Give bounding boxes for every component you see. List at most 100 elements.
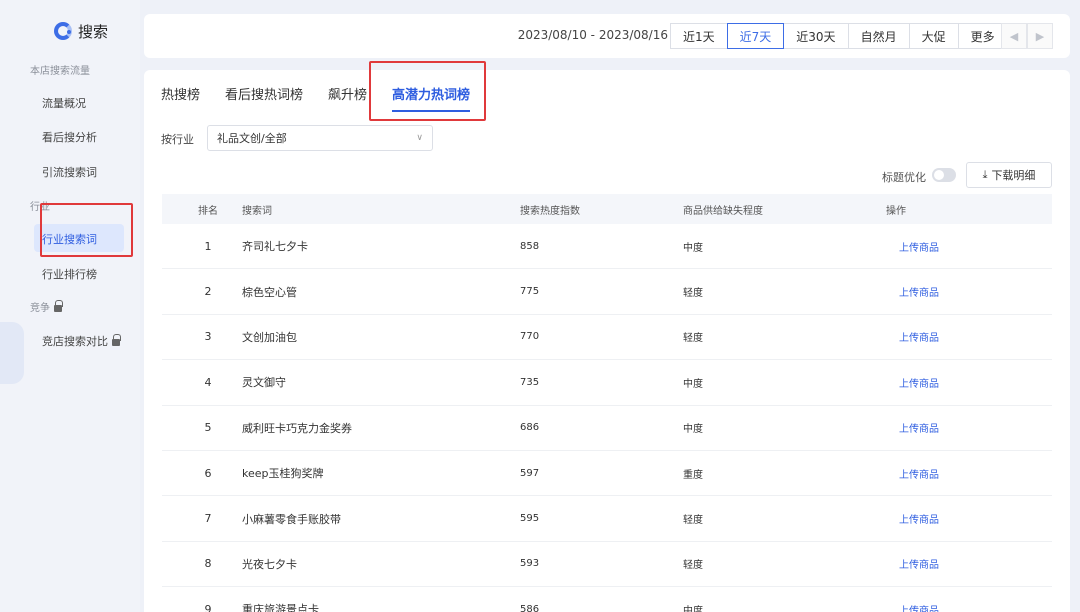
upload-product-link[interactable]: 上传商品	[886, 375, 1046, 390]
cell-supply-gap: 中度	[683, 605, 703, 612]
table-header: 排名 搜索词 搜索热度指数 商品供给缺失程度 操作	[162, 194, 1052, 224]
upload-product-link[interactable]: 上传商品	[886, 284, 1046, 299]
range-promotion-button[interactable]: 大促	[908, 23, 959, 49]
main-panel: 热搜榜 看后搜热词榜 飙升榜 高潜力热词榜 按行业 礼品文创/全部 ∨ 标题优化…	[144, 70, 1070, 612]
search-logo-icon	[54, 22, 72, 40]
cell-index: 586	[520, 603, 540, 612]
cell-rank: 6	[204, 466, 212, 480]
upload-product-link[interactable]: 上传商品	[886, 511, 1046, 526]
keyword-table: 排名 搜索词 搜索热度指数 商品供给缺失程度 操作 1 齐司礼七夕卡 858 中度 上传…	[162, 194, 1052, 612]
header-index: 搜索热度指数	[520, 205, 580, 217]
cell-supply-gap: 轻度	[683, 333, 703, 345]
cell-rank: 8	[204, 557, 212, 571]
chevron-down-icon: ∨	[416, 133, 423, 143]
sidebar-item-traffic-overview[interactable]: 流量概况	[42, 95, 86, 111]
upload-product-link[interactable]: 上传商品	[886, 239, 1046, 254]
sidebar-item-industry-ranking[interactable]: 行业排行榜	[42, 266, 97, 282]
tab-after-view-hot[interactable]: 看后搜热词榜	[225, 84, 303, 103]
range-30-days-button[interactable]: 近30天	[783, 23, 849, 49]
table-row: 5 威利旺卡巧克力金奖券 686 中度 上传商品	[162, 406, 1052, 451]
cell-term: 光夜七夕卡	[242, 557, 297, 571]
title-optimize-toggle[interactable]	[932, 168, 956, 182]
brand[interactable]: 搜索	[54, 20, 108, 42]
cell-rank: 1	[204, 239, 212, 253]
sidebar-item-traffic-keywords[interactable]: 引流搜索词	[42, 164, 97, 180]
lock-icon	[54, 299, 63, 312]
range-natural-month-button[interactable]: 自然月	[847, 23, 910, 49]
table-body: 1 齐司礼七夕卡 858 中度 上传商品 2 棕色空心管 775 轻度 上传商品 3 文创加油包 770…	[162, 224, 1052, 612]
date-range-text: 2023/08/10 - 2023/08/16	[517, 28, 668, 42]
cell-supply-gap: 轻度	[683, 288, 703, 300]
upload-product-link[interactable]: 上传商品	[886, 329, 1046, 344]
header-supply-gap: 商品供给缺失程度	[683, 205, 763, 217]
cell-term: 棕色空心管	[242, 285, 297, 299]
cell-supply-gap: 轻度	[683, 515, 703, 527]
upload-product-link[interactable]: 上传商品	[886, 466, 1046, 481]
chevron-right-icon: ▶	[1035, 29, 1045, 43]
industry-filter-label: 按行业	[161, 133, 194, 146]
cell-supply-gap: 中度	[683, 242, 703, 254]
cell-supply-gap: 中度	[683, 378, 703, 390]
tab-hot-search[interactable]: 热搜榜	[161, 84, 200, 103]
cell-index: 770	[520, 331, 540, 343]
upload-product-link[interactable]: 上传商品	[886, 602, 1046, 612]
cell-term: 小麻薯零食手账胶带	[242, 512, 341, 526]
cell-rank: 3	[204, 330, 212, 344]
table-row: 1 齐司礼七夕卡 858 中度 上传商品	[162, 224, 1052, 270]
cell-index: 775	[520, 286, 540, 298]
industry-select[interactable]: 礼品文创/全部 ∨	[207, 125, 433, 151]
download-details-label: 下载明细	[991, 170, 1036, 182]
cell-index: 597	[520, 467, 540, 479]
industry-select-value: 礼品文创/全部	[217, 132, 287, 145]
table-row: 8 光夜七夕卡 593 轻度 上传商品	[162, 542, 1052, 588]
sidebar-decoration	[0, 322, 24, 384]
brand-title: 搜索	[78, 22, 109, 41]
download-details-button[interactable]: ⤓ 下载明细	[966, 162, 1052, 188]
table-row: 7 小麻薯零食手账胶带 595 轻度 上传商品	[162, 496, 1052, 542]
range-7-days-button[interactable]: 近7天	[726, 23, 785, 49]
highlight-box-sidebar	[40, 203, 133, 257]
upload-product-link[interactable]: 上传商品	[886, 420, 1046, 435]
table-row: 3 文创加油包 770 轻度 上传商品	[162, 315, 1052, 361]
cell-index: 593	[520, 558, 540, 570]
lock-icon	[112, 334, 121, 346]
sidebar-item-competitor-compare-label: 竞店搜索对比	[42, 335, 108, 348]
cell-index: 858	[520, 240, 540, 252]
sidebar-group-store-search: 本店搜索流量	[30, 66, 90, 77]
cell-rank: 9	[204, 602, 212, 612]
sidebar-item-after-view-search[interactable]: 看后搜分析	[42, 129, 97, 145]
chevron-left-icon: ◀	[1009, 29, 1019, 43]
date-toolbar: 2023/08/10 - 2023/08/16 近1天 近7天 近30天 自然月…	[144, 14, 1070, 58]
cell-term: 灵文御守	[242, 376, 286, 390]
table-row: 2 棕色空心管 775 轻度 上传商品	[162, 269, 1052, 315]
table-row: 4 灵文御守 735 中度 上传商品	[162, 360, 1052, 406]
cell-rank: 5	[204, 421, 212, 435]
cell-index: 686	[520, 422, 540, 434]
sidebar-group-competition: 竞争	[30, 299, 63, 314]
header-action: 操作	[886, 205, 906, 217]
cell-rank: 4	[204, 375, 212, 389]
prev-period-button[interactable]: ◀	[1001, 23, 1027, 49]
title-optimize-label: 标题优化	[882, 171, 926, 184]
cell-term: 文创加油包	[242, 330, 297, 344]
tab-rising[interactable]: 飙升榜	[328, 84, 367, 103]
table-row: 9 重庆旅游景点卡 586 中度 上传商品	[162, 587, 1052, 612]
table-row: 6 keep玉桂狗奖牌 597 重度 上传商品	[162, 451, 1052, 497]
sidebar: 搜索 本店搜索流量 流量概况 看后搜分析 引流搜索词 行业 行业搜索词 行业排行…	[0, 0, 140, 612]
next-period-button[interactable]: ▶	[1027, 23, 1053, 49]
cell-supply-gap: 轻度	[683, 560, 703, 572]
highlight-box-tab	[369, 61, 486, 121]
upload-product-link[interactable]: 上传商品	[886, 556, 1046, 571]
cell-term: keep玉桂狗奖牌	[242, 467, 324, 481]
download-icon: ⤓	[982, 168, 988, 181]
cell-term: 重庆旅游景点卡	[242, 603, 319, 612]
header-rank: 排名	[198, 205, 218, 217]
cell-rank: 7	[204, 512, 212, 526]
cell-term: 齐司礼七夕卡	[242, 240, 308, 254]
cell-rank: 2	[204, 285, 212, 299]
range-1-day-button[interactable]: 近1天	[670, 23, 728, 49]
cell-supply-gap: 中度	[683, 424, 703, 436]
header-term: 搜索词	[242, 205, 272, 217]
cell-supply-gap: 重度	[683, 469, 703, 481]
sidebar-item-competitor-compare[interactable]: 竞店搜索对比	[42, 333, 121, 349]
